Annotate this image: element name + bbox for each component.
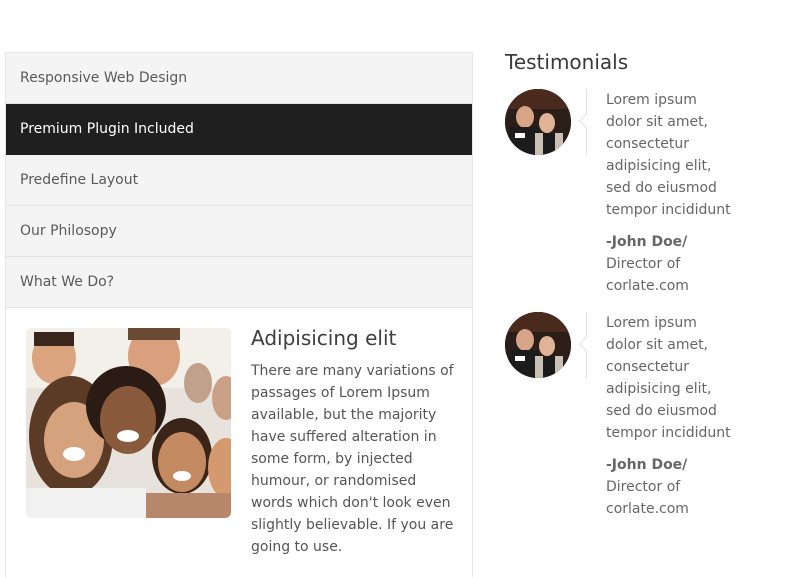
accordion-item-label: Responsive Web Design — [20, 70, 188, 86]
accordion-panel: Adipisicing elit There are many variatio… — [6, 308, 472, 578]
testimonial-author: -John Doe/ Director of corlate.com — [606, 231, 736, 297]
author-company: corlate.com — [606, 501, 689, 517]
accordion-item-predefine-layout[interactable]: Predefine Layout — [6, 155, 472, 206]
avatar — [505, 89, 571, 155]
accordion-item-label: Premium Plugin Included — [20, 121, 194, 137]
author-name: -John Doe/ — [606, 457, 688, 473]
accordion-item-premium-plugin-included[interactable]: Premium Plugin Included — [6, 104, 472, 155]
accordion-item-label: What We Do? — [20, 274, 115, 290]
testimonial-author: -John Doe/ Director of corlate.com — [606, 454, 736, 520]
accordion-item-our-philosopy[interactable]: Our Philosopy — [6, 206, 472, 257]
accordion-item-what-we-do[interactable]: What We Do? — [6, 257, 472, 308]
content-title: Adipisicing elit — [251, 326, 397, 350]
group-photo-image — [26, 328, 231, 518]
testimonial-pointer — [578, 336, 594, 352]
testimonial-quote: Lorem ipsum dolor sit amet, consectetur … — [606, 92, 731, 218]
testimonial-quote: Lorem ipsum dolor sit amet, consectetur … — [606, 315, 731, 441]
author-name: -John Doe/ — [606, 234, 688, 250]
testimonial-pointer — [578, 113, 594, 129]
testimonials-heading: Testimonials — [505, 50, 629, 74]
author-role: Director of — [606, 479, 681, 495]
accordion: Responsive Web Design Premium Plugin Inc… — [5, 52, 473, 578]
author-role: Director of — [606, 256, 681, 272]
accordion-item-responsive-web-design[interactable]: Responsive Web Design — [6, 53, 472, 104]
avatar — [505, 312, 571, 378]
accordion-item-label: Our Philosopy — [20, 223, 117, 239]
author-company: corlate.com — [606, 278, 689, 294]
content-text: There are many variations of passages of… — [251, 363, 454, 555]
accordion-item-label: Predefine Layout — [20, 172, 139, 188]
